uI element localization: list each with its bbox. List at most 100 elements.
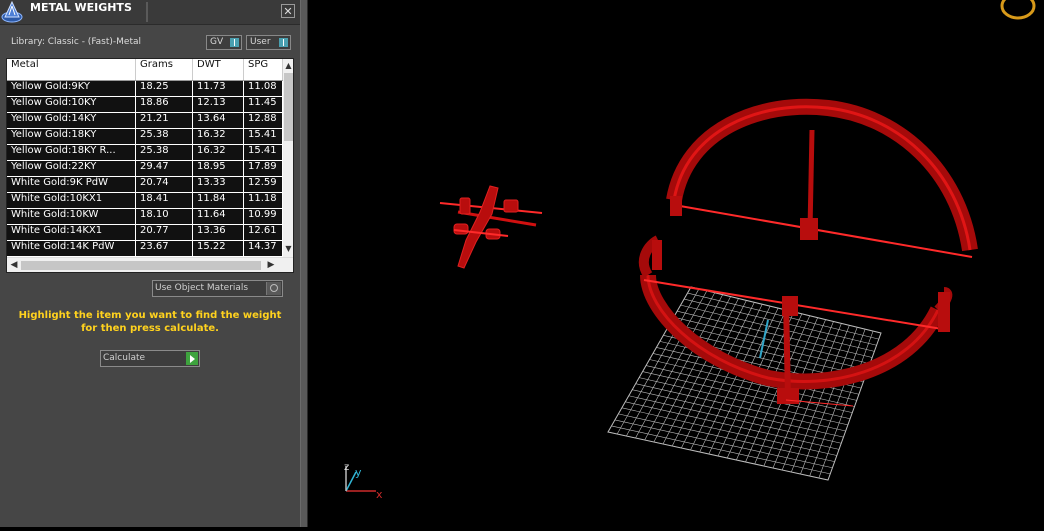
column-header-spg[interactable]: SPG (244, 59, 283, 80)
3d-viewport[interactable]: x y z (308, 0, 1044, 527)
metal-cell: White Gold:14KX1 (7, 225, 136, 241)
table-row[interactable]: Yellow Gold:9KY 18.25 11.73 11.08 (7, 81, 283, 97)
gv-toggle-label: GV (210, 37, 224, 47)
metal-cell: White Gold:10KW (7, 209, 136, 225)
dwt-cell: 18.95 (193, 161, 244, 177)
metal-cell: Yellow Gold:14KY (7, 113, 136, 129)
table-row[interactable]: Yellow Gold:18KY 25.38 16.32 15.41 (7, 129, 283, 145)
axis-triad: x y z (344, 462, 383, 501)
radio-icon (266, 282, 281, 295)
close-button[interactable]: ✕ (281, 4, 295, 18)
metal-cell: White Gold:14K PdW (7, 241, 136, 257)
grams-cell: 29.47 (136, 161, 193, 177)
use-object-materials-checkbox[interactable]: Use Object Materials (152, 280, 283, 297)
gv-toggle-switch-icon (230, 38, 239, 47)
library-label: Library: Classic - (Fast)-Metal (11, 37, 142, 47)
axis-z-label: z (344, 462, 349, 473)
metal-cell: White Gold:9K PdW (7, 177, 136, 193)
dwt-cell: 13.36 (193, 225, 244, 241)
table-row[interactable]: White Gold:10KW 18.10 11.64 10.99 (7, 209, 283, 225)
grams-cell: 25.38 (136, 129, 193, 145)
scroll-down-icon[interactable]: ▼ (283, 243, 293, 255)
spg-cell: 10.99 (244, 209, 283, 225)
dwt-cell: 16.32 (193, 145, 244, 161)
spg-cell: 12.61 (244, 225, 283, 241)
spg-cell: 15.41 (244, 145, 283, 161)
axis-x-label: x (376, 488, 383, 501)
metals-table: Metal Grams DWT SPG Yellow Gold:9KY 18.2… (6, 58, 294, 273)
use-object-materials-label: Use Object Materials (155, 283, 249, 293)
dwt-cell: 13.33 (193, 177, 244, 193)
table-vertical-scrollbar[interactable]: ▲ ▼ (283, 59, 293, 257)
table-row[interactable]: White Gold:9K PdW 20.74 13.33 12.59 (7, 177, 283, 193)
user-toggle-switch-icon (279, 38, 288, 47)
calculate-label: Calculate (103, 353, 146, 363)
instruction-line-2: for then press calculate. (81, 323, 219, 334)
grams-cell: 18.41 (136, 193, 193, 209)
dwt-cell: 12.13 (193, 97, 244, 113)
viewport-scene: x y z (344, 0, 1036, 501)
play-icon (186, 352, 198, 365)
metal-cell: Yellow Gold:18KY (7, 129, 136, 145)
scroll-right-icon[interactable]: ▶ (265, 258, 277, 272)
small-component-model (439, 185, 543, 269)
metal-cell: White Gold:10KX1 (7, 193, 136, 209)
dwt-cell: 11.73 (193, 81, 244, 97)
dwt-cell: 15.22 (193, 241, 244, 257)
table-row[interactable]: White Gold:10KX1 18.41 11.84 11.18 (7, 193, 283, 209)
spg-cell: 12.59 (244, 177, 283, 193)
grams-cell: 20.77 (136, 225, 193, 241)
spg-cell: 17.89 (244, 161, 283, 177)
panel-titlebar: METAL WEIGHTS ✕ (0, 0, 300, 25)
grams-cell: 18.25 (136, 81, 193, 97)
axis-y-label: y (355, 466, 362, 479)
spg-cell: 11.18 (244, 193, 283, 209)
spg-cell: 12.88 (244, 113, 283, 129)
table-horizontal-scrollbar[interactable]: ◀ ▶ (7, 257, 293, 272)
metal-cell: Yellow Gold:10KY (7, 97, 136, 113)
grams-cell: 23.67 (136, 241, 193, 257)
user-toggle[interactable]: User (246, 35, 291, 50)
table-body: Yellow Gold:9KY 18.25 11.73 11.08 Yellow… (7, 81, 283, 258)
table-header: Metal Grams DWT SPG (7, 59, 283, 81)
horizontal-scroll-thumb[interactable] (21, 261, 261, 270)
grams-cell: 18.10 (136, 209, 193, 225)
panel-title: METAL WEIGHTS (30, 1, 132, 14)
table-row[interactable]: Yellow Gold:22KY 29.47 18.95 17.89 (7, 161, 283, 177)
spg-cell: 14.37 (244, 241, 283, 257)
column-header-grams[interactable]: Grams (136, 59, 193, 80)
instruction-text: Highlight the item you want to find the … (0, 309, 300, 335)
column-header-dwt[interactable]: DWT (193, 59, 244, 80)
spg-cell: 11.45 (244, 97, 283, 113)
gold-ring-preview-icon (1000, 0, 1036, 20)
table-row[interactable]: Yellow Gold:14KY 21.21 13.64 12.88 (7, 113, 283, 129)
table-row[interactable]: Yellow Gold:18KY R... 25.38 16.32 15.41 (7, 145, 283, 161)
table-row[interactable]: White Gold:14KX1 20.77 13.36 12.61 (7, 225, 283, 241)
metal-cell: Yellow Gold:22KY (7, 161, 136, 177)
title-separator (146, 2, 148, 22)
panel-splitter[interactable] (300, 0, 308, 527)
metal-cell: Yellow Gold:9KY (7, 81, 136, 97)
metal-cell: Yellow Gold:18KY R... (7, 145, 136, 161)
metal-weights-panel: METAL WEIGHTS ✕ Library: Classic - (Fast… (0, 0, 300, 527)
dwt-cell: 11.64 (193, 209, 244, 225)
dwt-cell: 11.84 (193, 193, 244, 209)
scroll-up-icon[interactable]: ▲ (283, 60, 293, 72)
gv-toggle[interactable]: GV (206, 35, 242, 50)
grams-cell: 25.38 (136, 145, 193, 161)
dwt-cell: 16.32 (193, 129, 244, 145)
user-toggle-label: User (250, 37, 271, 47)
grams-cell: 21.21 (136, 113, 193, 129)
table-row[interactable]: Yellow Gold:10KY 18.86 12.13 11.45 (7, 97, 283, 113)
app-logo-icon (0, 0, 26, 24)
spg-cell: 11.08 (244, 81, 283, 97)
grams-cell: 18.86 (136, 97, 193, 113)
scroll-left-icon[interactable]: ◀ (8, 258, 20, 272)
instruction-line-1: Highlight the item you want to find the … (18, 310, 282, 321)
dwt-cell: 13.64 (193, 113, 244, 129)
spg-cell: 15.41 (244, 129, 283, 145)
column-header-metal[interactable]: Metal (7, 59, 136, 80)
table-row[interactable]: White Gold:14K PdW 23.67 15.22 14.37 (7, 241, 283, 257)
calculate-button[interactable]: Calculate (100, 350, 200, 367)
vertical-scroll-thumb[interactable] (284, 73, 293, 141)
